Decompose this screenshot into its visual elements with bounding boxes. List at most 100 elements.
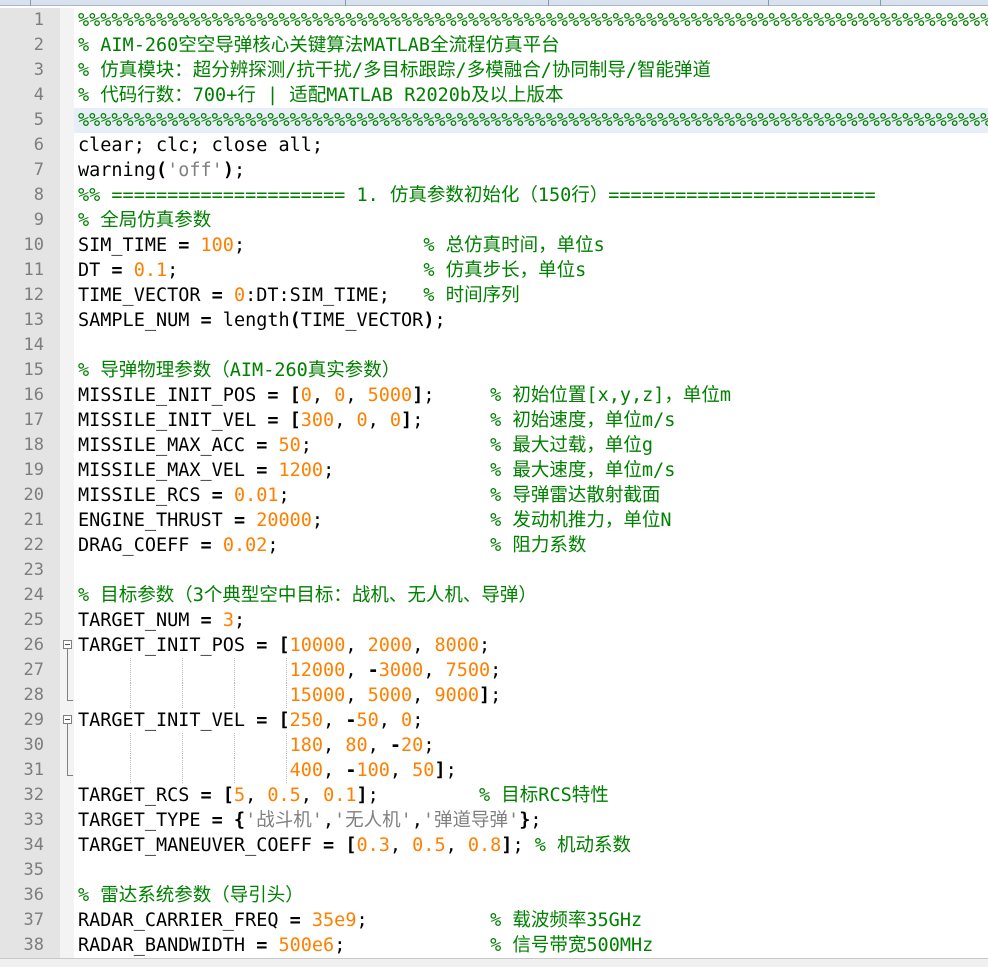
code-line-content[interactable]: MISSILE_INIT_VEL = [300, 0, 0]; % 初始速度，单…: [74, 408, 988, 433]
horizontal-scrollbar[interactable]: [0, 958, 988, 967]
code-line[interactable]: 30 180, 80, -20;: [0, 733, 988, 758]
code-line[interactable]: 34 TARGET_MANEUVER_COEFF = [0.3, 0.5, 0.8…: [0, 833, 988, 858]
code-token: TARGET_TYPE: [78, 810, 212, 831]
code-line-content[interactable]: DRAG_COEFF = 0.02; % 阻力系数: [74, 533, 988, 558]
code-token: 0.5: [267, 785, 301, 806]
line-number: 29: [23, 710, 44, 730]
code-line-content[interactable]: clear; clc; close all;: [74, 133, 988, 158]
code-line-content[interactable]: % 目标参数（3个典型空中目标：战机、无人机、导弹）: [74, 583, 988, 608]
code-line[interactable]: 16 MISSILE_INIT_POS = [0, 0, 5000]; % 初始位…: [0, 383, 988, 408]
code-line[interactable]: 19 MISSILE_MAX_VEL = 1200; % 最大速度，单位m/s: [0, 458, 988, 483]
code-line-content[interactable]: % 仿真模块：超分辨探测/抗干扰/多目标跟踪/多模融合/协同制导/智能弹道: [74, 58, 988, 83]
code-line-content[interactable]: TARGET_TYPE = {'战斗机','无人机','弹道导弹'};: [74, 808, 988, 833]
code-line[interactable]: 17 MISSILE_INIT_VEL = [300, 0, 0]; % 初始速度…: [0, 408, 988, 433]
code-line[interactable]: 29 TARGET_INIT_VEL = [250, -50, 0;: [0, 708, 988, 733]
fold-collapse-icon[interactable]: [63, 640, 72, 649]
code-line-content[interactable]: warning('off');: [74, 158, 988, 183]
tab-bar[interactable]: [0, 0, 988, 6]
code-line[interactable]: 28 15000, 5000, 9000];: [0, 683, 988, 708]
code-line-content[interactable]: %%%%%%%%%%%%%%%%%%%%%%%%%%%%%%%%%%%%%%%%…: [74, 108, 988, 133]
code-line-content[interactable]: TARGET_RCS = [5, 0.5, 0.1]; % 目标RCS特性: [74, 783, 988, 808]
line-number: 4: [33, 85, 44, 105]
code-line[interactable]: 15 % 导弹物理参数（AIM-260真实参数）: [0, 358, 988, 383]
code-line-content[interactable]: TARGET_INIT_POS = [10000, 2000, 8000;: [74, 633, 988, 658]
code-line[interactable]: 4 % 代码行数：700+行 | 适配MATLAB R2020b及以上版本: [0, 83, 988, 108]
code-line[interactable]: 32 TARGET_RCS = [5, 0.5, 0.1]; % 目标RCS特性: [0, 783, 988, 808]
code-line[interactable]: 21 ENGINE_THRUST = 20000; % 发动机推力，单位N: [0, 508, 988, 533]
code-line-content[interactable]: TARGET_NUM = 3;: [74, 608, 988, 633]
code-line-content[interactable]: TARGET_INIT_VEL = [250, -50, 0;: [74, 708, 988, 733]
code-line[interactable]: 5%%%%%%%%%%%%%%%%%%%%%%%%%%%%%%%%%%%%%%%…: [0, 108, 988, 133]
code-line[interactable]: 3 % 仿真模块：超分辨探测/抗干扰/多目标跟踪/多模融合/协同制导/智能弹道: [0, 58, 988, 83]
code-editor[interactable]: 1%%%%%%%%%%%%%%%%%%%%%%%%%%%%%%%%%%%%%%%…: [0, 8, 988, 958]
code-line-content[interactable]: TARGET_MANEUVER_COEFF = [0.3, 0.5, 0.8];…: [74, 833, 988, 858]
code-line[interactable]: 25 TARGET_NUM = 3;: [0, 608, 988, 633]
fold-collapse-icon[interactable]: [63, 715, 72, 724]
code-token: (: [155, 160, 168, 181]
code-line[interactable]: 24 % 目标参数（3个典型空中目标：战机、无人机、导弹）: [0, 583, 988, 608]
code-line-content[interactable]: MISSILE_INIT_POS = [0, 0, 5000]; % 初始位置[…: [74, 383, 988, 408]
code-token: ,: [411, 810, 423, 831]
code-line[interactable]: 38 RADAR_BANDWIDTH = 500e6; % 信号带宽500MHz: [0, 933, 988, 958]
code-line-content[interactable]: %%%%%%%%%%%%%%%%%%%%%%%%%%%%%%%%%%%%%%%%…: [74, 8, 988, 33]
code-text: 12000, -3000, 7500;: [78, 658, 502, 683]
code-line[interactable]: 8 %% ===================== 1. 仿真参数初始化（150…: [0, 183, 988, 208]
code-line-content[interactable]: DT = 0.1; % 仿真步长，单位s: [74, 258, 988, 283]
line-number: 18: [23, 435, 44, 455]
code-line-content[interactable]: % AIM-260空空导弹核心关键算法MATLAB全流程仿真平台: [74, 33, 988, 58]
code-line[interactable]: 27 12000, -3000, 7500;: [0, 658, 988, 683]
code-line[interactable]: 14: [0, 333, 988, 358]
code-line[interactable]: 22 DRAG_COEFF = 0.02; % 阻力系数: [0, 533, 988, 558]
code-line-content[interactable]: SIM_TIME = 100; % 总仿真时间，单位s: [74, 233, 988, 258]
code-line[interactable]: 35: [0, 858, 988, 883]
code-line[interactable]: 11 DT = 0.1; % 仿真步长，单位s: [0, 258, 988, 283]
code-text: warning('off');: [78, 158, 245, 183]
code-text: %% ===================== 1. 仿真参数初始化（150行…: [78, 183, 876, 208]
code-token: TARGET_INIT_VEL: [78, 710, 257, 731]
code-line-content[interactable]: [74, 558, 988, 583]
code-line-content[interactable]: % 代码行数：700+行 | 适配MATLAB R2020b及以上版本: [74, 83, 988, 108]
code-line-content[interactable]: 12000, -3000, 7500;: [74, 658, 988, 683]
code-token: ;: [233, 160, 246, 181]
code-line-content[interactable]: RADAR_BANDWIDTH = 500e6; % 信号带宽500MHz: [74, 933, 988, 958]
code-line[interactable]: 23: [0, 558, 988, 583]
code-line[interactable]: 36 % 雷达系统参数（导引头）: [0, 883, 988, 908]
code-line[interactable]: 20 MISSILE_RCS = 0.01; % 导弹雷达散射截面: [0, 483, 988, 508]
code-line[interactable]: 13 SAMPLE_NUM = length(TIME_VECTOR);: [0, 308, 988, 333]
code-line-content[interactable]: TIME_VECTOR = 0:DT:SIM_TIME; % 时间序列: [74, 283, 988, 308]
code-line[interactable]: 6 clear; clc; close all;: [0, 133, 988, 158]
code-line-content[interactable]: 15000, 5000, 9000];: [74, 683, 988, 708]
code-line-content[interactable]: RADAR_CARRIER_FREQ = 35e9; % 载波频率35GHz: [74, 908, 988, 933]
code-line-content[interactable]: %% ===================== 1. 仿真参数初始化（150行…: [74, 183, 988, 208]
code-line[interactable]: 1%%%%%%%%%%%%%%%%%%%%%%%%%%%%%%%%%%%%%%%…: [0, 8, 988, 33]
code-line[interactable]: 7 warning('off');: [0, 158, 988, 183]
code-token: ,: [367, 410, 390, 431]
code-line[interactable]: 9 % 全局仿真参数: [0, 208, 988, 233]
code-line[interactable]: 31 400, -100, 50];: [0, 758, 988, 783]
code-line[interactable]: 18 MISSILE_MAX_ACC = 50; % 最大过载，单位g: [0, 433, 988, 458]
code-line-content[interactable]: 180, 80, -20;: [74, 733, 988, 758]
code-line-content[interactable]: [74, 858, 988, 883]
code-line[interactable]: 33 TARGET_TYPE = {'战斗机','无人机','弹道导弹'};: [0, 808, 988, 833]
code-line[interactable]: 10 SIM_TIME = 100; % 总仿真时间，单位s: [0, 233, 988, 258]
line-number: 1: [33, 10, 44, 30]
code-token: =: [200, 610, 212, 631]
code-line-content[interactable]: % 全局仿真参数: [74, 208, 988, 233]
code-line-content[interactable]: % 雷达系统参数（导引头）: [74, 883, 988, 908]
code-line-content[interactable]: 400, -100, 50];: [74, 758, 988, 783]
code-token: % 总仿真时间，单位s: [423, 235, 605, 256]
code-line-content[interactable]: MISSILE_MAX_ACC = 50; % 最大过载，单位g: [74, 433, 988, 458]
code-line-content[interactable]: % 导弹物理参数（AIM-260真实参数）: [74, 358, 988, 383]
code-line-content[interactable]: SAMPLE_NUM = length(TIME_VECTOR);: [74, 308, 988, 333]
code-line[interactable]: 2 % AIM-260空空导弹核心关键算法MATLAB全流程仿真平台: [0, 33, 988, 58]
code-line[interactable]: 26 TARGET_INIT_POS = [10000, 2000, 8000;: [0, 633, 988, 658]
code-line-content[interactable]: [74, 333, 988, 358]
code-line-content[interactable]: MISSILE_RCS = 0.01; % 导弹雷达散射截面: [74, 483, 988, 508]
code-line[interactable]: 37 RADAR_CARRIER_FREQ = 35e9; % 载波频率35GHz: [0, 908, 988, 933]
code-line-content[interactable]: MISSILE_MAX_VEL = 1200; % 最大速度，单位m/s: [74, 458, 988, 483]
code-line[interactable]: 12 TIME_VECTOR = 0:DT:SIM_TIME; % 时间序列: [0, 283, 988, 308]
fold-line: [67, 658, 68, 683]
code-line-content[interactable]: ENGINE_THRUST = 20000; % 发动机推力，单位N: [74, 508, 988, 533]
